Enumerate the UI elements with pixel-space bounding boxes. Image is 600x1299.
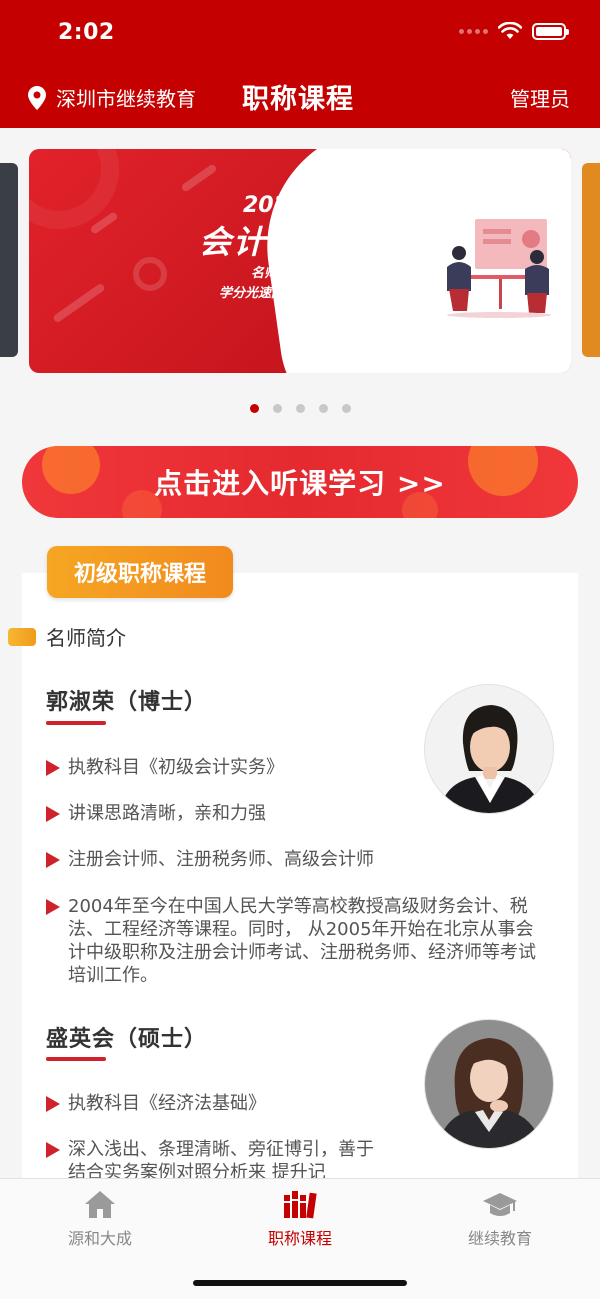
wifi-icon (498, 22, 522, 39)
tab-title-courses[interactable]: 职称课程 (200, 1189, 400, 1249)
banner-year: 2020年度 (243, 193, 349, 218)
name-underline (46, 721, 106, 725)
bullet-arrow-icon (46, 760, 60, 776)
bullet-arrow-icon (46, 1096, 60, 1112)
teacher-bullet: 执教科目《初级会计实务》 (46, 756, 546, 779)
tab-label: 源和大成 (67, 1229, 132, 1248)
page-title: 职称课程 (242, 84, 354, 115)
banner-subtitle: 名师授课 财局认可 (251, 266, 360, 281)
banner-slide[interactable]: 2020年度 会计继续教育 名师授课 财局认可 学分光速回传 学习工作两不误 (29, 149, 571, 373)
teacher-bullet: 2004年至今在中国人民大学等高校教授高级财务会计、税法、工程经济等课程。同时，… (46, 895, 546, 987)
graduation-cap-icon (483, 1193, 517, 1216)
bullet-arrow-icon (46, 806, 60, 822)
location-selector[interactable]: 深圳市继续教育 (28, 83, 196, 112)
meeting-illustration (447, 219, 551, 318)
prev-banner-peek[interactable] (0, 163, 18, 357)
tab-continuing-education[interactable]: 继续教育 (400, 1189, 600, 1249)
home-indicator[interactable] (193, 1280, 407, 1286)
next-banner-peek[interactable] (582, 163, 600, 357)
teacher-bullet: 讲课思路清晰，亲和力强 (46, 802, 546, 825)
books-icon (284, 1191, 317, 1219)
banner-carousel[interactable]: 2020年度 会计继续教育 名师授课 财局认可 学分光速回传 学习工作两不误 (0, 128, 600, 388)
tab-home[interactable]: 源和大成 (0, 1189, 200, 1249)
header: 2:02 深圳市继续教育 职称课程 管理员 (0, 0, 600, 128)
location-pin-icon (28, 85, 46, 110)
section-title: 名师简介 (46, 626, 126, 650)
admin-button[interactable]: 管理员 (510, 83, 570, 112)
course-level-tag: 初级职称课程 (47, 546, 233, 598)
enter-course-button[interactable]: 点击进入听课学习 >> (22, 446, 578, 518)
tab-label: 继续教育 (467, 1229, 532, 1248)
teacher-avatar (424, 1019, 554, 1149)
home-icon (85, 1191, 115, 1218)
banner-headline: 会计继续教育 (199, 223, 404, 261)
teacher-name: 盛英会（硕士） (46, 1027, 208, 1052)
bullet-arrow-icon (46, 899, 60, 915)
carousel-dot[interactable] (318, 404, 328, 413)
status-icons (459, 22, 569, 40)
teacher-bullet: 注册会计师、注册税务师、高级会计师 (46, 848, 546, 871)
carousel-dot[interactable] (272, 404, 282, 413)
carousel-dot[interactable] (341, 404, 351, 413)
teacher-bullet: 执教科目《经济法基础》 (46, 1092, 546, 1115)
carousel-dot[interactable] (249, 404, 259, 413)
teacher-name: 郭淑荣（博士） (46, 690, 208, 715)
enter-course-label: 点击进入听课学习 >> (154, 467, 446, 500)
bullet-arrow-icon (46, 1142, 60, 1158)
tab-label: 职称课程 (267, 1229, 332, 1248)
battery-icon (532, 22, 569, 40)
status-time: 2:02 (58, 20, 115, 45)
carousel-indicator (0, 404, 600, 413)
bullet-arrow-icon (46, 852, 60, 868)
name-underline (46, 1057, 106, 1061)
signal-icon (459, 28, 488, 34)
carousel-dot[interactable] (295, 404, 305, 413)
teacher-avatar (424, 684, 554, 814)
banner-subtitle-2: 学分光速回传 学习工作两不误 (219, 286, 393, 301)
location-label: 深圳市继续教育 (56, 87, 196, 111)
section-marker (8, 627, 36, 646)
section-header: 名师简介 (8, 622, 126, 651)
